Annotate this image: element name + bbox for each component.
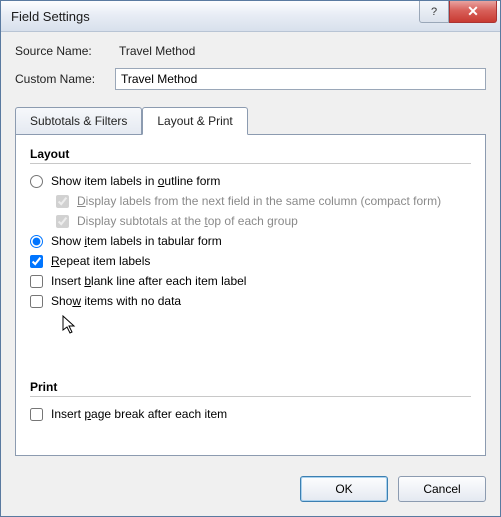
- checkbox-subtotals-label: Display subtotals at the top of each gro…: [77, 214, 298, 228]
- tab-layout-print[interactable]: Layout & Print: [142, 107, 247, 135]
- checkbox-repeat-labels[interactable]: Repeat item labels: [30, 254, 471, 268]
- close-button[interactable]: ✕: [449, 1, 497, 23]
- custom-name-row: Custom Name:: [15, 68, 486, 90]
- checkbox-subtotals-top: Display subtotals at the top of each gro…: [56, 214, 471, 228]
- checkbox-blank-line[interactable]: Insert blank line after each item label: [30, 274, 471, 288]
- layout-section-heading: Layout: [30, 147, 471, 161]
- checkbox-blank-label: Insert blank line after each item label: [51, 274, 246, 288]
- help-button[interactable]: ?: [419, 1, 449, 23]
- radio-outline-label: Show item labels in outline form: [51, 174, 220, 188]
- window-buttons: ? ✕: [419, 1, 497, 23]
- tab-body-layout-print: Layout Show item labels in outline form …: [15, 134, 486, 456]
- custom-name-label: Custom Name:: [15, 72, 115, 86]
- divider: [30, 396, 471, 397]
- radio-tabular-label: Show item labels in tabular form: [51, 234, 222, 248]
- radio-tabular-input[interactable]: [30, 235, 43, 248]
- checkbox-compact-label: Display labels from the next field in th…: [77, 194, 441, 208]
- radio-outline-input[interactable]: [30, 175, 43, 188]
- checkbox-repeat-label: Repeat item labels: [51, 254, 150, 268]
- divider: [30, 163, 471, 164]
- checkbox-show-no-data[interactable]: Show items with no data: [30, 294, 471, 308]
- source-name-row: Source Name: Travel Method: [15, 44, 486, 58]
- source-name-value: Travel Method: [119, 44, 195, 58]
- checkbox-repeat-input[interactable]: [30, 255, 43, 268]
- checkbox-nodata-label: Show items with no data: [51, 294, 181, 308]
- checkbox-compact-form: Display labels from the next field in th…: [56, 194, 471, 208]
- checkbox-compact-input: [56, 195, 69, 208]
- checkbox-pagebreak-input[interactable]: [30, 408, 43, 421]
- titlebar: Field Settings ? ✕: [1, 1, 500, 32]
- dialog-buttons: OK Cancel: [1, 466, 500, 516]
- help-icon: ?: [431, 6, 437, 18]
- checkbox-subtotals-input: [56, 215, 69, 228]
- radio-tabular-form[interactable]: Show item labels in tabular form: [30, 234, 471, 248]
- close-icon: ✕: [467, 3, 479, 20]
- print-section: Print Insert page break after each item: [30, 380, 471, 421]
- dialog-title: Field Settings: [11, 9, 90, 24]
- print-section-heading: Print: [30, 380, 471, 394]
- checkbox-pagebreak-label: Insert page break after each item: [51, 407, 227, 421]
- tab-subtotals-filters[interactable]: Subtotals & Filters: [15, 107, 142, 135]
- field-settings-dialog: Field Settings ? ✕ Source Name: Travel M…: [0, 0, 501, 517]
- dialog-content: Source Name: Travel Method Custom Name: …: [1, 32, 500, 466]
- checkbox-page-break[interactable]: Insert page break after each item: [30, 407, 471, 421]
- custom-name-input[interactable]: [115, 68, 486, 90]
- mouse-cursor-icon: [62, 315, 78, 338]
- tab-strip: Subtotals & Filters Layout & Print: [15, 106, 486, 134]
- source-name-label: Source Name:: [15, 44, 115, 58]
- checkbox-nodata-input[interactable]: [30, 295, 43, 308]
- ok-button[interactable]: OK: [300, 476, 388, 502]
- checkbox-blank-input[interactable]: [30, 275, 43, 288]
- radio-outline-form[interactable]: Show item labels in outline form: [30, 174, 471, 188]
- cancel-button[interactable]: Cancel: [398, 476, 486, 502]
